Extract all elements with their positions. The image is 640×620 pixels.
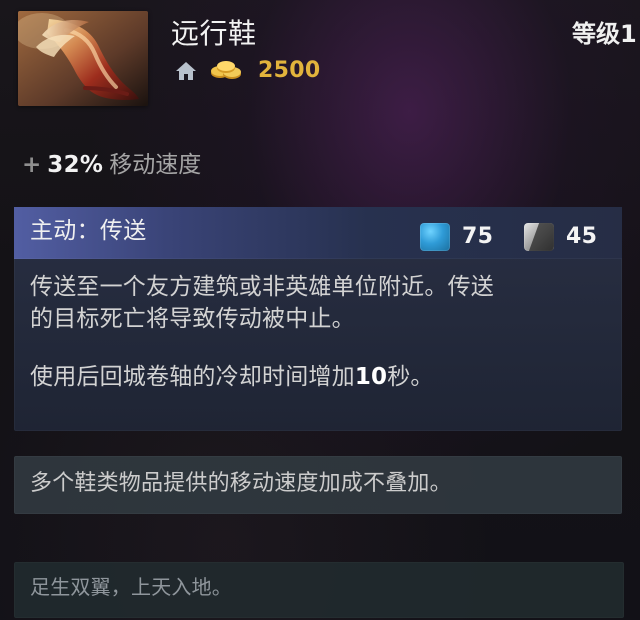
cooldown-icon [524, 223, 554, 251]
gold-coins-icon [208, 60, 248, 82]
item-title: 远行鞋 [171, 17, 257, 50]
active-ability-title: 主动：传送 [30, 218, 147, 244]
description-line-3: 使用后回城卷轴的冷却时间增加10秒。 [30, 361, 610, 393]
cooldown-value: 45 [566, 224, 598, 249]
description-line-1: 传送至一个友方建筑或非英雄单位附近。传送 [30, 274, 494, 300]
speed-prefix: + [22, 152, 42, 178]
mana-cost-icon [420, 223, 450, 251]
item-cost-row: 2500 [174, 59, 320, 83]
mana-cost-group: 75 [420, 223, 493, 251]
lore-text: 足生双翼，上天入地。 [30, 575, 232, 599]
stacking-note-text: 多个鞋类物品提供的移动速度加成不叠加。 [30, 471, 452, 496]
description-line-2: 的目标死亡将导致传动被中止。 [30, 306, 355, 332]
speed-value: 32% [47, 152, 104, 178]
active-ability-panel: 主动：传送 75 45 传送至一个友方建筑或非英雄单位附近。传送 的目标死亡将导… [14, 207, 622, 431]
item-level: 等级1 [572, 20, 637, 48]
description-line-3-number: 10 [354, 364, 388, 390]
mana-cost-value: 75 [462, 224, 494, 249]
gold-cost: 2500 [258, 58, 321, 83]
stacking-note-panel: 多个鞋类物品提供的移动速度加成不叠加。 [14, 456, 622, 514]
home-icon [174, 60, 198, 82]
description-line-3-suffix: 秒。 [387, 364, 434, 390]
description-line-3-prefix: 使用后回城卷轴的冷却时间增加 [30, 364, 355, 390]
active-ability-description: 传送至一个友方建筑或非英雄单位附近。传送 的目标死亡将导致传动被中止。 使用后回… [30, 271, 610, 393]
active-ability-header: 主动：传送 75 45 [14, 207, 622, 259]
boots-icon [18, 11, 148, 106]
speed-label: 移动速度 [109, 152, 202, 178]
lore-panel: 足生双翼，上天入地。 [14, 562, 624, 618]
cooldown-group: 45 [524, 223, 597, 251]
item-header: 远行鞋 2500 等级1 [0, 0, 640, 124]
movement-speed-stat: + 32% 移动速度 [22, 151, 201, 179]
